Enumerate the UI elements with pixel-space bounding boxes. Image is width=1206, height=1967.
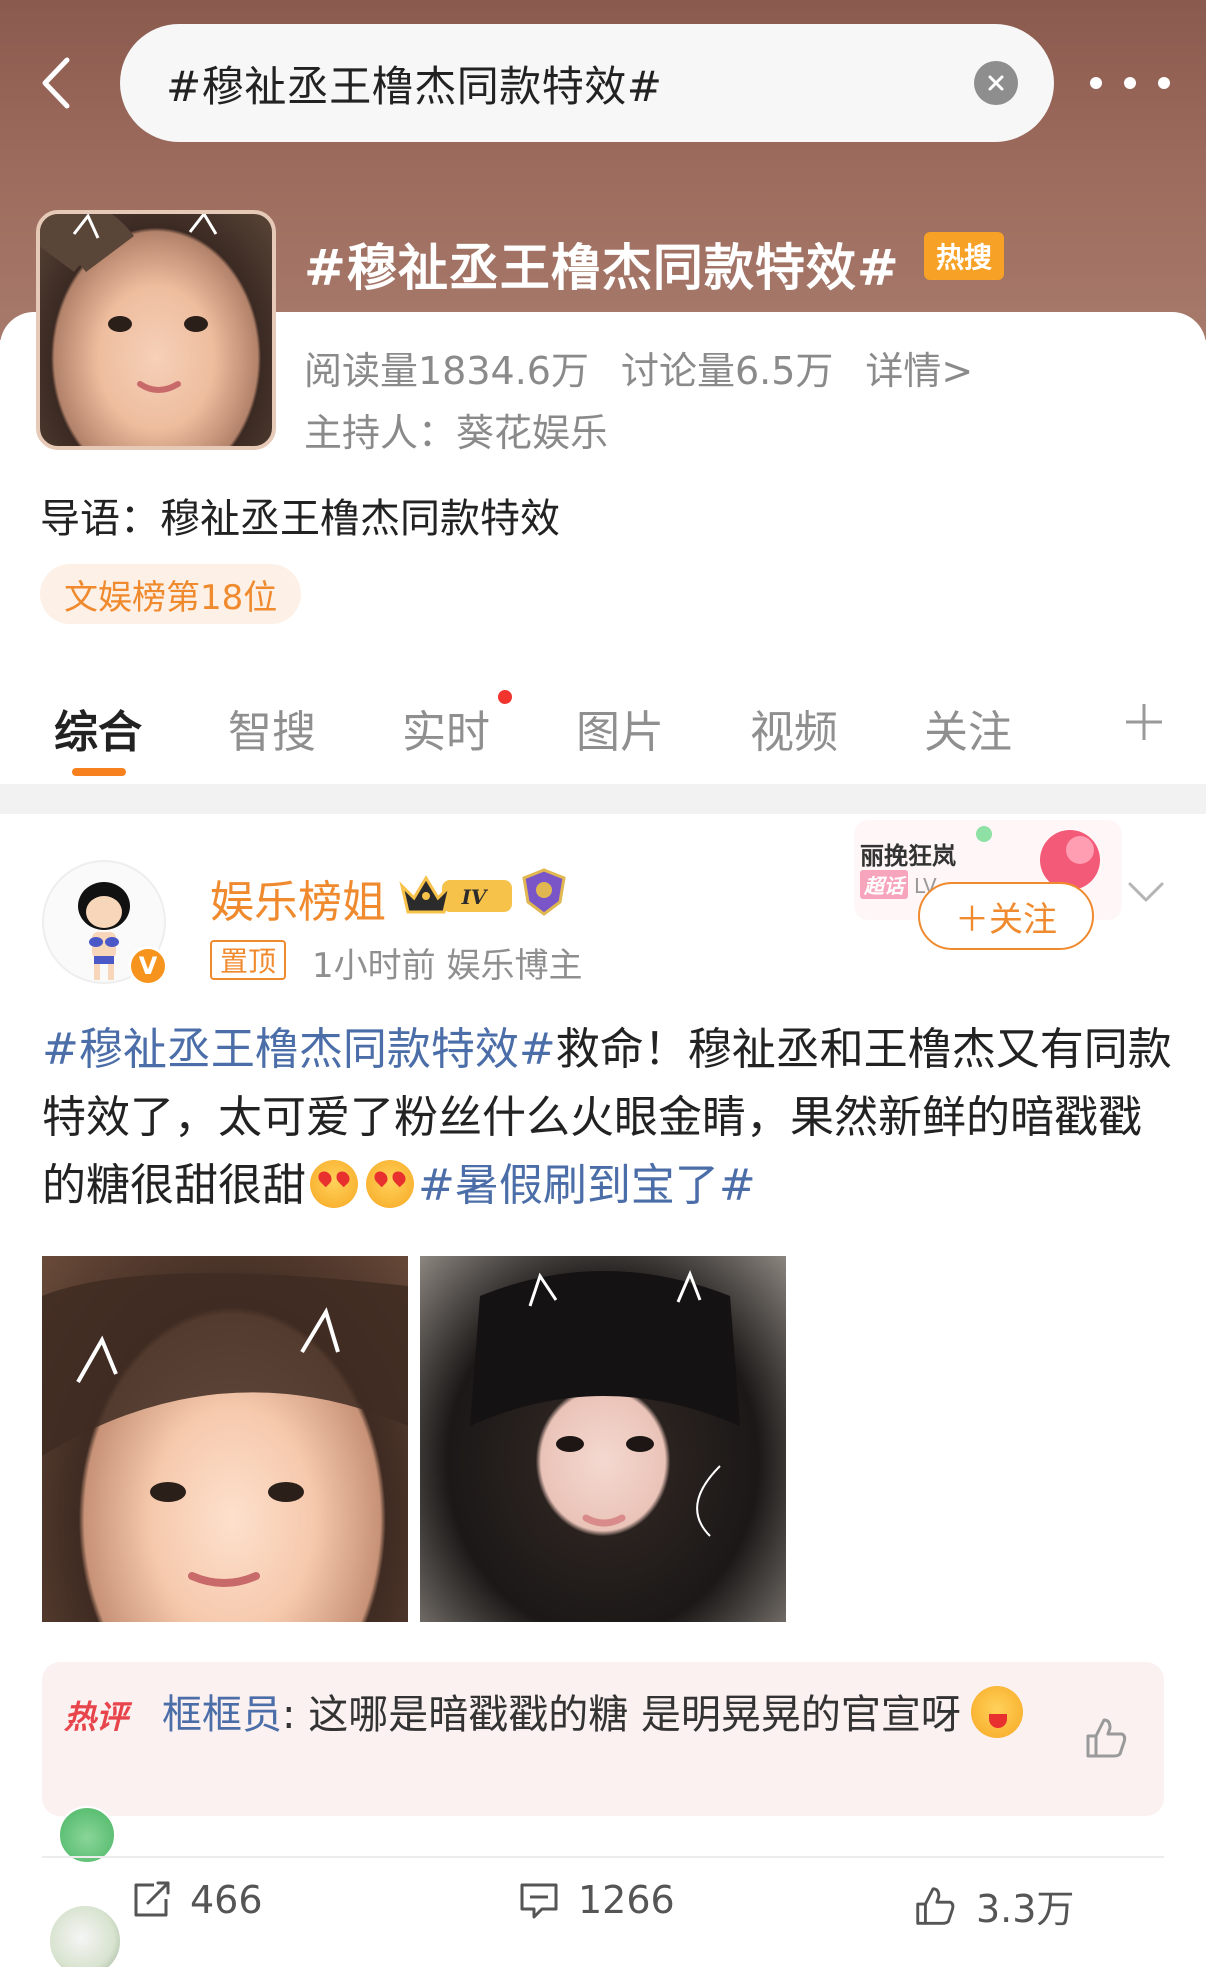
close-icon: [988, 75, 1004, 91]
svg-text:IV: IV: [461, 885, 489, 909]
cat-ears-filter-icon: [470, 1270, 740, 1537]
topic-cover-image[interactable]: [36, 210, 276, 450]
hot-comment-text: 框框员: 这哪是暗戳戳的糖 是明晃晃的官宣呀: [162, 1684, 1042, 1746]
post-action-bar: 466 1266 3.3万: [0, 1870, 1206, 1950]
search-query-text: #穆祉丞王橹杰同款特效#: [166, 61, 663, 111]
tab-realtime[interactable]: 实时: [402, 696, 490, 760]
comment-count: 1266: [578, 1878, 675, 1922]
tab-comprehensive[interactable]: 综合: [54, 696, 142, 760]
tab-following[interactable]: 关注: [924, 696, 1012, 760]
read-count: 阅读量1834.6万: [304, 349, 589, 393]
clear-search-button[interactable]: [974, 61, 1018, 105]
new-content-dot: [498, 690, 512, 704]
follow-button[interactable]: ＋关注: [918, 882, 1094, 950]
back-button[interactable]: [28, 50, 84, 116]
super-topic-name: 丽挽狂岚: [860, 842, 956, 870]
thumbs-up-icon[interactable]: [1082, 1714, 1130, 1762]
repost-button[interactable]: 466: [130, 1878, 263, 1922]
hot-comment-label: 热评: [64, 1698, 129, 1736]
cat-ears-filter-icon: [42, 1273, 408, 1587]
active-tab-indicator: [72, 768, 126, 776]
tab-smart-search[interactable]: 智搜: [228, 696, 316, 760]
post-image-2[interactable]: [420, 1256, 786, 1622]
more-options-button[interactable]: [1090, 58, 1170, 108]
search-input[interactable]: #穆祉丞王橹杰同款特效#: [120, 24, 1054, 142]
tab-images[interactable]: 图片: [576, 696, 664, 760]
tongue-emoji-icon: [970, 1686, 1023, 1738]
rank-badge[interactable]: 文娱榜第18位: [40, 564, 302, 624]
discussion-count: 讨论量6.5万: [620, 349, 834, 393]
thumbs-up-icon: [916, 1886, 955, 1925]
topic-guide: 导语：穆祉丞王橹杰同款特效: [40, 496, 560, 542]
topic-host: 主持人：葵花娱乐: [304, 411, 609, 455]
post-username[interactable]: 娱乐榜姐: [210, 866, 386, 930]
pinned-tag: 置顶: [210, 940, 287, 980]
more-dot-icon: [1124, 77, 1136, 89]
repost-count: 466: [190, 1878, 263, 1922]
weibo-topic-search-page: #穆祉丞王橹杰同款特效# #穆祉丞王橹杰同款特效# 热搜 阅读量1834.6万 …: [0, 0, 1206, 1967]
crown-level-icon: IV: [399, 875, 512, 914]
medal-badge-icon: [522, 868, 566, 916]
topic-stats: 阅读量1834.6万 讨论量6.5万 详情>: [304, 340, 973, 395]
result-tabs: 综合 智搜 实时 图片 视频 关注: [0, 680, 1206, 780]
topic-title: #穆祉丞王橹杰同款特效#: [304, 239, 900, 297]
like-button[interactable]: 3.3万: [912, 1878, 1074, 1933]
topic-link[interactable]: #穆祉丞王橹杰同款特效#: [42, 1024, 556, 1075]
super-topic-tag: 超话: [860, 870, 908, 899]
post-image-1[interactable]: [42, 1256, 408, 1622]
comment-button[interactable]: 1266: [518, 1878, 675, 1922]
tab-videos[interactable]: 视频: [750, 696, 838, 760]
hot-comment[interactable]: 热评 框框员: 这哪是暗戳戳的糖 是明晃晃的官宣呀: [42, 1662, 1164, 1816]
action-divider: [42, 1856, 1164, 1858]
topic-link[interactable]: #暑假刷到宝了#: [418, 1160, 756, 1211]
add-tab-icon[interactable]: [1124, 702, 1164, 742]
cat-ears-filter-icon: [40, 214, 218, 393]
chevron-down-icon[interactable]: [1126, 872, 1166, 912]
details-link[interactable]: 详情>: [865, 340, 973, 395]
comment-author[interactable]: 框框员: [162, 1692, 282, 1738]
comment-body: : 这哪是暗戳戳的糖 是明晃晃的官宣呀: [282, 1692, 961, 1738]
hot-search-badge: 热搜: [924, 232, 1004, 280]
like-count: 3.3万: [976, 1887, 1075, 1931]
comment-icon: [520, 1883, 558, 1919]
heart-eyes-emoji-icon: [310, 1160, 358, 1208]
post-text: #穆祉丞王橹杰同款特效#救命！穆祉丞和王橹杰又有同款特效了，太可爱了粉丝什么火眼…: [42, 1016, 1172, 1220]
heart-eyes-emoji-icon: [366, 1160, 414, 1208]
repost-icon: [134, 1881, 170, 1917]
more-dot-icon: [1158, 77, 1170, 89]
post-meta: 1小时前 娱乐博主: [312, 946, 583, 986]
section-divider: [0, 784, 1206, 814]
verified-badge-icon: V: [128, 946, 168, 986]
more-dot-icon: [1090, 77, 1102, 89]
back-arrow-icon: [42, 57, 70, 109]
